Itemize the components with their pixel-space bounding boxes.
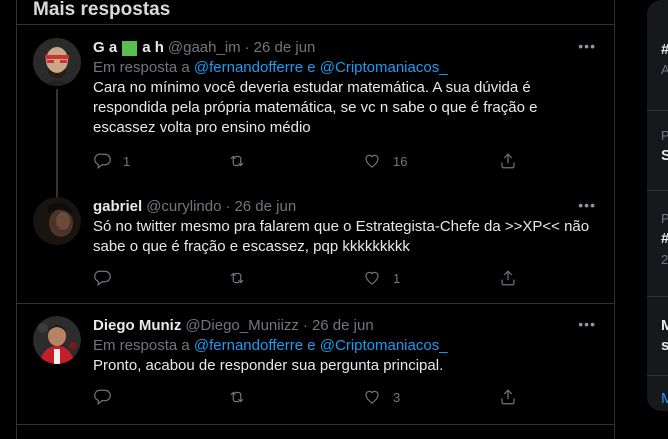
tweet-date[interactable]: 26 de jun bbox=[234, 197, 296, 217]
separator-dot: · bbox=[302, 317, 308, 334]
reply-icon bbox=[94, 389, 111, 405]
sidebar-fragment[interactable]: # bbox=[661, 230, 668, 247]
more-options-icon[interactable]: ••• bbox=[578, 197, 596, 213]
handle[interactable]: @Diego_Muniizz bbox=[185, 316, 299, 336]
share-button[interactable] bbox=[499, 388, 517, 406]
like-count: 1 bbox=[393, 270, 401, 286]
reply-button[interactable] bbox=[93, 269, 123, 287]
reply-and: e bbox=[307, 337, 316, 354]
retweet-button[interactable] bbox=[228, 152, 258, 170]
share-button[interactable] bbox=[499, 152, 517, 170]
avatar-image bbox=[33, 38, 81, 86]
divider bbox=[647, 296, 668, 297]
separator-dot: · bbox=[225, 198, 231, 215]
like-button[interactable]: 1 bbox=[363, 269, 400, 287]
sidebar-fragment: P bbox=[661, 128, 668, 143]
reply-mention-link[interactable]: @Criptomaniacos_ bbox=[320, 59, 448, 76]
more-options-icon[interactable]: ••• bbox=[578, 316, 596, 332]
like-count: 16 bbox=[393, 153, 408, 169]
heart-icon bbox=[365, 154, 379, 168]
retweet-button[interactable] bbox=[228, 269, 258, 287]
reply-button[interactable] bbox=[93, 388, 123, 406]
like-button[interactable]: 16 bbox=[363, 152, 407, 170]
avatar[interactable] bbox=[33, 38, 81, 86]
more-options-icon[interactable]: ••• bbox=[578, 38, 596, 54]
sidebar-fragment[interactable]: M bbox=[661, 317, 668, 334]
tweet-actions: 1 bbox=[93, 269, 598, 289]
tweet-actions: 1 16 bbox=[93, 152, 598, 172]
retweet-icon bbox=[230, 391, 244, 403]
reply-icon bbox=[94, 153, 111, 169]
retweet-icon bbox=[230, 272, 244, 284]
tweet-date[interactable]: 26 de jun bbox=[312, 316, 374, 336]
divider bbox=[647, 375, 668, 376]
avatar-image bbox=[33, 316, 81, 364]
tweet[interactable]: Diego Muniz @Diego_Muniizz · 26 de jun •… bbox=[17, 304, 614, 425]
reply-prefix: Em resposta a bbox=[93, 59, 190, 76]
sidebar-fragment: P bbox=[661, 211, 668, 226]
sidebar-fragment[interactable]: # bbox=[661, 41, 668, 58]
avatar[interactable] bbox=[33, 197, 81, 245]
display-name-part: G a bbox=[93, 39, 118, 56]
tweet-date[interactable]: 26 de jun bbox=[254, 38, 316, 58]
sidebar-fragment: A bbox=[661, 62, 668, 77]
sidebar-fragment[interactable]: s bbox=[661, 337, 668, 354]
avatar-image bbox=[33, 197, 81, 245]
divider bbox=[647, 110, 668, 111]
section-title: Mais respostas bbox=[33, 0, 171, 20]
handle[interactable]: @gaah_im bbox=[168, 38, 241, 58]
tweet[interactable]: gabriel @curylindo · 26 de jun ••• Só no… bbox=[17, 195, 614, 304]
tweet-header: G a a h @gaah_im · 26 de jun bbox=[93, 38, 598, 58]
reply-count: 1 bbox=[123, 153, 131, 169]
tweet-header: Diego Muniz @Diego_Muniizz · 26 de jun bbox=[93, 316, 598, 336]
tweet-text: Pronto, acabou de responder sua pergunta… bbox=[93, 357, 444, 374]
display-name[interactable]: G aa h bbox=[93, 38, 164, 58]
share-button[interactable] bbox=[499, 269, 517, 287]
replies-timeline: Mais respostas G a a h @gaah_im · 26 de j… bbox=[16, 0, 615, 439]
share-icon bbox=[501, 389, 515, 405]
reply-context: Em resposta a @fernandofferre e @Criptom… bbox=[93, 58, 598, 78]
display-name[interactable]: Diego Muniz bbox=[93, 316, 181, 336]
reply-mention-link[interactable]: @Criptomaniacos_ bbox=[320, 337, 448, 354]
tweet-text: Só no twitter mesmo pra falarem que o Es… bbox=[93, 218, 590, 255]
reply-button[interactable]: 1 bbox=[93, 152, 130, 170]
display-name[interactable]: gabriel bbox=[93, 197, 142, 217]
like-button[interactable]: 3 bbox=[363, 388, 400, 406]
tweet[interactable]: G a a h @gaah_im · 26 de jun ••• Em respo… bbox=[17, 25, 614, 219]
reply-and: e bbox=[307, 59, 316, 76]
handle[interactable]: @curylindo bbox=[146, 197, 221, 217]
retweet-button[interactable] bbox=[228, 388, 258, 406]
share-icon bbox=[501, 270, 515, 286]
green-square-emoji bbox=[122, 40, 138, 56]
like-count: 3 bbox=[393, 389, 401, 405]
share-icon bbox=[501, 153, 515, 169]
tweet-text: Cara no mínimo você deveria estudar mate… bbox=[93, 79, 538, 136]
separator-dot: · bbox=[244, 39, 250, 56]
tweet-header: gabriel @curylindo · 26 de jun bbox=[93, 197, 598, 217]
avatar[interactable] bbox=[33, 316, 81, 364]
reply-mention-link[interactable]: @fernandofferre bbox=[194, 59, 303, 76]
sidebar-fragment: 2 bbox=[661, 252, 668, 267]
reply-prefix: Em resposta a bbox=[93, 337, 190, 354]
tweet-actions: 3 bbox=[93, 388, 598, 408]
display-name-part: a h bbox=[142, 39, 164, 56]
heart-icon bbox=[365, 390, 379, 404]
reply-icon bbox=[94, 270, 111, 286]
sidebar-fragment[interactable]: S bbox=[661, 147, 668, 164]
reply-mention-link[interactable]: @fernandofferre bbox=[194, 337, 303, 354]
section-header: Mais respostas bbox=[17, 0, 614, 25]
trends-sidebar: # A P S P # 2 M s M bbox=[647, 0, 668, 411]
divider bbox=[647, 190, 668, 191]
show-more-link[interactable]: M bbox=[661, 390, 668, 407]
retweet-icon bbox=[230, 155, 244, 167]
heart-icon bbox=[365, 271, 379, 285]
reply-context: Em resposta a @fernandofferre e @Criptom… bbox=[93, 336, 598, 356]
